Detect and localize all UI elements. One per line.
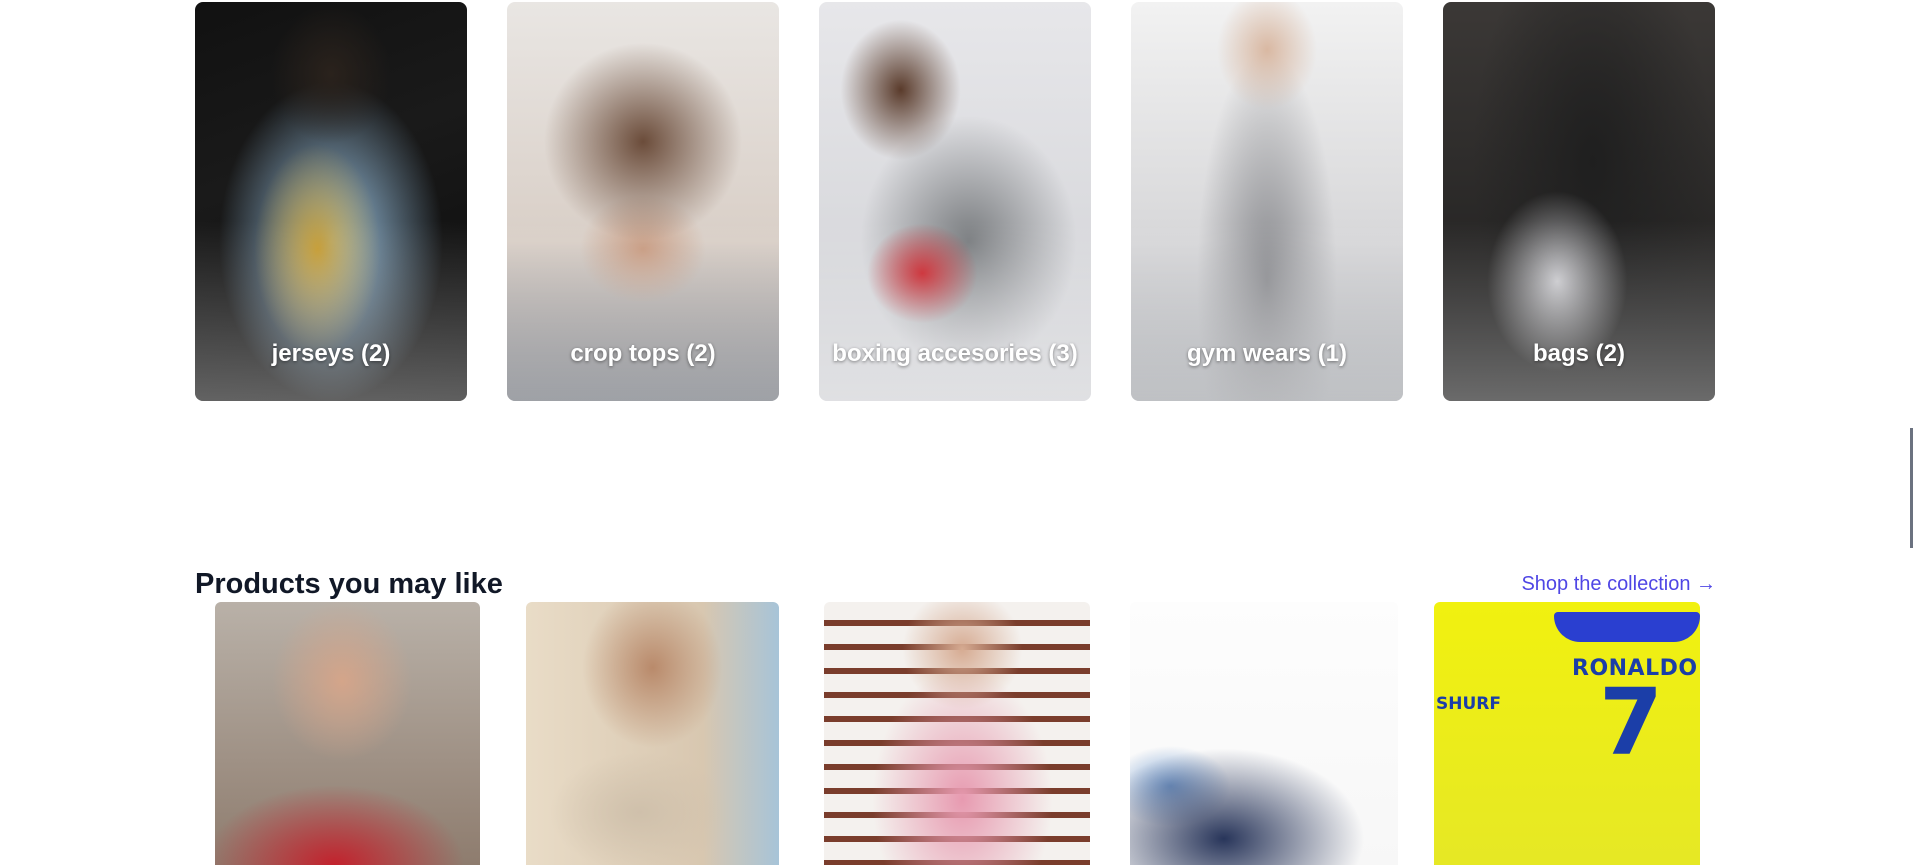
jersey-number-text: 7 bbox=[1599, 669, 1664, 776]
card-overlay bbox=[1443, 221, 1715, 401]
card-overlay bbox=[819, 221, 1091, 401]
product-card-red-saree[interactable] bbox=[215, 602, 480, 865]
category-card-crop-tops[interactable]: crop tops (2) bbox=[507, 2, 779, 401]
category-card-bags[interactable]: bags (2) bbox=[1443, 2, 1715, 401]
jersey-collar bbox=[1554, 612, 1700, 642]
product-card-pink-suit[interactable] bbox=[824, 602, 1090, 865]
product-card-sneaker[interactable] bbox=[1130, 602, 1398, 865]
card-overlay bbox=[195, 221, 467, 401]
product-card-jersey[interactable]: SHURF RONALDO 7 bbox=[1434, 602, 1700, 865]
card-overlay bbox=[507, 221, 779, 401]
section-title: Products you may like bbox=[195, 568, 503, 600]
card-overlay bbox=[1131, 221, 1403, 401]
category-grid: jerseys (2) crop tops (2) boxing accesor… bbox=[195, 2, 1716, 402]
jersey-sponsor-text: SHURF bbox=[1436, 694, 1501, 714]
category-card-jerseys[interactable]: jerseys (2) bbox=[195, 2, 467, 401]
category-label: gym wears (1) bbox=[1186, 340, 1348, 367]
category-label: bags (2) bbox=[1532, 340, 1625, 367]
category-label: boxing accesories (3) bbox=[832, 340, 1078, 367]
category-card-gym-wears[interactable]: gym wears (1) bbox=[1131, 2, 1403, 401]
shop-collection-link[interactable]: Shop the collection → bbox=[1521, 572, 1716, 596]
category-card-boxing-accesories[interactable]: boxing accesories (3) bbox=[819, 2, 1091, 401]
category-label: jerseys (2) bbox=[271, 340, 391, 367]
category-label: crop tops (2) bbox=[570, 340, 716, 367]
product-list: SHURF RONALDO 7 bbox=[0, 602, 1913, 865]
product-card-lehenga[interactable] bbox=[526, 602, 779, 865]
